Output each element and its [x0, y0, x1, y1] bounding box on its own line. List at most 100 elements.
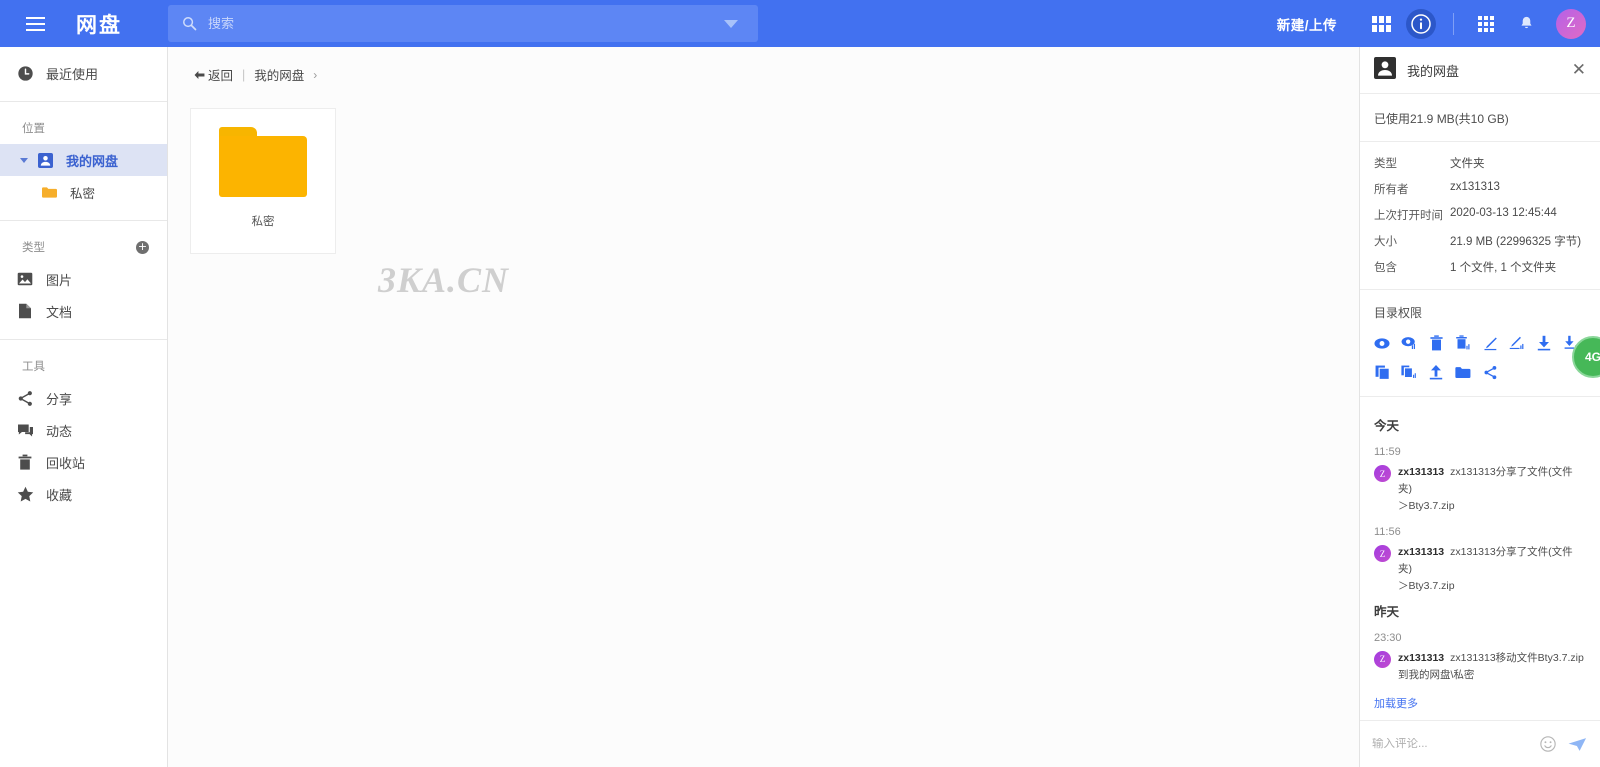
load-more-link[interactable]: 加载更多	[1374, 683, 1418, 720]
download-icon[interactable]	[1536, 335, 1552, 351]
sidebar-item-label: 最近使用	[46, 66, 99, 82]
apps-grid-icon[interactable]	[1466, 4, 1506, 44]
feed-detail: 到我的网盘\私密	[1398, 668, 1475, 681]
sidebar-location-label: 位置	[0, 112, 167, 144]
new-folder-icon[interactable]	[1455, 364, 1471, 380]
feed-detail: ＞Bty3.7.zip	[1398, 499, 1455, 512]
sidebar-item-my-disk[interactable]: 我的网盘	[0, 144, 167, 176]
feed-day-label: 昨天	[1374, 604, 1400, 619]
sidebar-item-label: 分享	[46, 391, 73, 407]
activity-chat-icon	[16, 423, 34, 438]
sidebar-item-recycle-bin[interactable]: 回收站	[0, 446, 167, 478]
view-icon[interactable]	[1374, 335, 1390, 351]
feed-detail: ＞Bty3.7.zip	[1398, 579, 1455, 592]
sidebar-item-label: 我的网盘	[66, 153, 119, 169]
document-icon	[16, 303, 34, 319]
close-icon[interactable]: ✕	[1568, 58, 1590, 83]
sidebar-item-favorites[interactable]: 收藏	[0, 478, 167, 510]
feed-time: 23:30	[1374, 631, 1402, 644]
sidebar-item-label: 图片	[46, 272, 73, 288]
comment-input[interactable]	[1372, 738, 1531, 750]
trash-icon	[16, 454, 34, 471]
back-label: 返回	[208, 69, 234, 83]
feed-entry: Z zx131313 zx131313分享了文件(文件夹) ＞Bty3.7.zip	[1374, 464, 1586, 514]
view-all-icon[interactable]	[1401, 335, 1417, 351]
delete-all-icon[interactable]	[1455, 335, 1471, 351]
feed-user: zx131313	[1398, 651, 1445, 664]
app-root: 网盘 新建/上传 Z	[0, 0, 1600, 767]
copy-all-icon[interactable]	[1401, 364, 1417, 380]
feed-user: zx131313	[1398, 466, 1445, 478]
detail-value: zx131313	[1450, 181, 1500, 193]
detail-row: 包含 1 个文件, 1 个文件夹	[1374, 259, 1586, 275]
detail-row: 类型 文件夹	[1374, 155, 1586, 171]
share-icon[interactable]	[1482, 364, 1498, 380]
detail-key: 包含	[1374, 262, 1397, 274]
main-content: 返回 | 我的网盘 › 私密 3KA.CN	[168, 47, 1359, 767]
panel-scroll[interactable]: 已使用21.9 MB(共10 GB) 类型 文件夹 所有者 zx131313 上…	[1360, 94, 1600, 720]
header-actions: 新建/上传 Z	[1277, 0, 1600, 47]
file-card-folder[interactable]: 私密	[190, 108, 336, 254]
search-dropdown-icon[interactable]	[724, 19, 738, 28]
feed-time: 11:56	[1374, 526, 1401, 539]
send-icon[interactable]	[1565, 734, 1590, 755]
hamburger-icon[interactable]	[12, 0, 58, 47]
user-disk-icon	[1374, 56, 1396, 84]
avatar[interactable]: Z	[1556, 8, 1586, 39]
search-input[interactable]	[208, 16, 724, 31]
top-header: 网盘 新建/上传 Z	[0, 0, 1600, 47]
chevron-down-icon[interactable]	[20, 157, 28, 163]
sidebar-item-share[interactable]: 分享	[0, 382, 167, 414]
delete-icon[interactable]	[1428, 335, 1444, 351]
app-body: 最近使用 位置 我的网盘 私密 类型 + 图片 文档 工具 分享 动态 回收站 …	[0, 47, 1600, 767]
permissions-row-2	[1374, 364, 1586, 380]
upload-icon[interactable]	[1428, 364, 1444, 380]
detail-row: 所有者 zx131313	[1374, 181, 1586, 197]
bell-icon[interactable]	[1506, 4, 1546, 44]
feed-action: zx131313移动文件Bty3.7.zip	[1450, 651, 1584, 664]
feed-entry: Z zx131313 zx131313分享了文件(文件夹) ＞Bty3.7.zip	[1374, 544, 1586, 594]
sidebar-item-images[interactable]: 图片	[0, 263, 167, 295]
feed-user: zx131313	[1398, 546, 1445, 559]
sidebar-item-private[interactable]: 私密	[0, 176, 167, 208]
folder-icon	[219, 127, 307, 197]
sidebar-item-label: 文档	[46, 304, 73, 320]
add-type-button[interactable]: +	[136, 240, 149, 254]
sidebar-item-recent[interactable]: 最近使用	[0, 57, 167, 89]
breadcrumb: 返回 | 我的网盘 ›	[168, 47, 1359, 84]
sidebar-item-label: 回收站	[46, 455, 86, 471]
detail-key: 大小	[1374, 236, 1397, 248]
image-icon	[16, 272, 34, 286]
panel-title: 我的网盘	[1407, 63, 1460, 79]
detail-key: 上次打开时间	[1374, 210, 1443, 222]
search-bar[interactable]	[168, 5, 758, 42]
permissions-section: 目录权限	[1360, 290, 1600, 397]
sidebar-item-documents[interactable]: 文档	[0, 295, 167, 327]
file-name: 私密	[251, 216, 275, 228]
sidebar-tools-text: 工具	[22, 361, 45, 373]
search-icon	[182, 16, 197, 31]
panel-header: 我的网盘 ✕	[1360, 47, 1600, 94]
detail-row: 大小 21.9 MB (22996325 字节)	[1374, 233, 1586, 249]
details-panel: 我的网盘 ✕ 已使用21.9 MB(共10 GB) 类型 文件夹 所有者 zx1…	[1359, 47, 1600, 767]
sidebar-item-activity[interactable]: 动态	[0, 414, 167, 446]
copy-icon[interactable]	[1374, 364, 1390, 380]
storage-usage: 已使用21.9 MB(共10 GB)	[1360, 94, 1600, 142]
folder-icon	[40, 186, 58, 199]
detail-row: 上次打开时间 2020-03-13 12:45:44	[1374, 207, 1586, 223]
edit-icon[interactable]	[1482, 335, 1498, 351]
share-icon	[16, 390, 34, 407]
comment-bar	[1360, 720, 1600, 767]
avatar: Z	[1374, 545, 1391, 563]
feed-day-label: 今天	[1374, 419, 1400, 433]
feed-text: zx131313 zx131313移动文件Bty3.7.zip 到我的网盘\私密	[1398, 650, 1584, 684]
list-view-icon[interactable]	[1361, 4, 1401, 44]
app-brand-title: 网盘	[76, 13, 122, 37]
new-upload-button[interactable]: 新建/上传	[1277, 14, 1337, 34]
edit-all-icon[interactable]	[1509, 335, 1525, 351]
back-button[interactable]: 返回	[194, 65, 233, 84]
detail-key: 类型	[1374, 158, 1397, 170]
breadcrumb-current[interactable]: 我的网盘	[254, 65, 304, 84]
emoji-icon[interactable]	[1537, 733, 1559, 755]
info-icon[interactable]	[1401, 4, 1441, 44]
